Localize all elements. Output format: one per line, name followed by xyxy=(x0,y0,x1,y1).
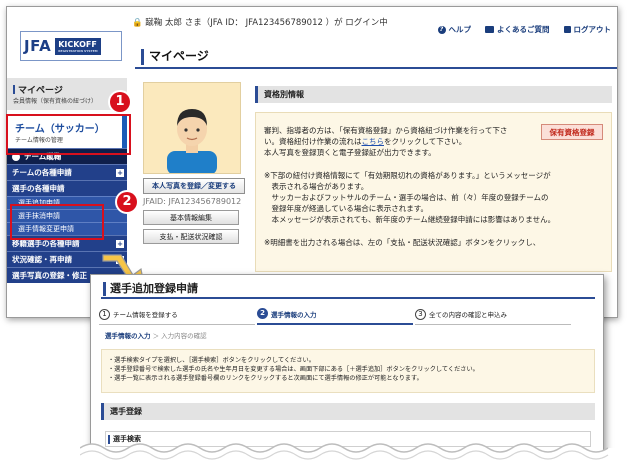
qual-line3: 本人写真を登録頂くと電子登録証が出力できます。 xyxy=(264,148,436,157)
qualification-register-button[interactable]: 保有資格登録 xyxy=(541,124,603,140)
breadcrumb: 選手情報の入力 ＞ 入力内容の確認 xyxy=(105,332,207,340)
instruction-line: ・選手検索タイプを選択し、［選手検索］ボタンをクリックしてください。 xyxy=(108,357,315,364)
step-3: 3 全ての内容の確認と申込み xyxy=(415,307,571,325)
qual-note6: ※明細書を出力される場合は、左の「支払・配送状況確認」ボタンをクリックし、 xyxy=(264,238,541,247)
step-2: 2 選手情報の入力 xyxy=(257,307,413,325)
step-label: チーム情報を登録する xyxy=(113,311,178,319)
jfa-kickoff-logo[interactable]: JFA KICKOFF REGISTRATION SYSTEM xyxy=(20,31,122,61)
expand-icon[interactable]: + xyxy=(116,169,124,177)
qualification-heading: 資格別情報 xyxy=(255,86,612,103)
flow-link[interactable]: こちら xyxy=(362,137,385,146)
basic-info-edit-button[interactable]: 基本情報編集 xyxy=(143,210,239,225)
photo-register-button[interactable]: 本人写真を登録／変更する xyxy=(143,178,245,194)
payment-status-button[interactable]: 支払・配送状況確認 xyxy=(143,229,239,244)
qual-note1: ※下部の紐付け資格情報にて「有効期限切れの資格があります。」というメッセージが xyxy=(264,171,551,180)
step-num: 3 xyxy=(415,308,426,320)
lock-icon xyxy=(563,26,571,33)
qualification-info: 保有資格登録 審判、指導者の方は、「保有資格登録」から資格紐づけ作業を行って下さ… xyxy=(255,112,612,272)
instruction-line: ・選手登録番号で検索した選手の氏名や生年月日を変更する場合は、画面下部にある［＋… xyxy=(108,366,479,373)
jfa-id: JFAID: JFA123456789012 xyxy=(143,197,242,206)
player-registration-heading: 選手登録 xyxy=(101,403,595,420)
step-badge-2: 2 xyxy=(117,192,137,212)
step-badge-1: 1 xyxy=(110,92,130,112)
sidebar-mypage[interactable]: マイページ 会員情報（保有資格の紐づけ） xyxy=(7,78,127,110)
question-icon: ? xyxy=(437,25,446,34)
expand-icon[interactable]: + xyxy=(116,240,124,248)
sidebar-item-team-applications[interactable]: チームの各種申請 + xyxy=(7,164,127,180)
qual-note4: 登録年度が経過している場合に表示されます。 xyxy=(264,204,429,213)
logout-link[interactable]: ログアウト xyxy=(563,24,611,35)
step-indicator: 1 チーム情報を登録する 2 選手情報の入力 3 全ての内容の確認と申込み xyxy=(99,307,599,325)
step-label: 全ての内容の確認と申込み xyxy=(429,311,507,319)
sidebar-mypage-sub: 会員情報（保有資格の紐づけ） xyxy=(13,98,98,105)
sidebar-mypage-title: マイページ xyxy=(13,83,121,96)
instructions: ・選手検索タイプを選択し、［選手検索］ボタンをクリックしてください。 ・選手登録… xyxy=(101,349,595,393)
help-link[interactable]: ? ヘルプ xyxy=(437,24,471,35)
qual-note2: 表示される場合があります。 xyxy=(264,182,369,191)
player-add-title: 選手追加登録申請 xyxy=(101,279,595,299)
sidebar-item-player-applications[interactable]: 選手の各種申請 xyxy=(7,180,127,196)
login-status: 🔒 蹴鞠 太郎 さま（JFA ID： JFA123456789012 ）が ログ… xyxy=(132,18,388,28)
step-1: 1 チーム情報を登録する xyxy=(99,307,255,325)
step-num: 1 xyxy=(99,308,110,320)
highlight-player-submenu xyxy=(10,204,104,240)
qual-note3: サッカーおよびフットサルのチーム・選手の場合は、前（々）年度の登録チームの xyxy=(264,193,549,202)
qual-note5: 本メッセージが表示されても、新年度のチーム継続登録申請には影響はありません。 xyxy=(264,215,556,224)
header-links: ? ヘルプ よくあるご質問 ログアウト xyxy=(437,24,611,35)
step-label: 選手情報の入力 xyxy=(271,310,317,319)
torn-edge xyxy=(80,443,620,473)
logo-jfa-text: JFA xyxy=(24,37,52,55)
profile-column: 本人写真を登録／変更する JFAID: JFA123456789012 基本情報… xyxy=(143,82,245,244)
instruction-line: ・選手一覧に表示される選手登録番号欄のリンクをクリックすると次画面にて選手情報の… xyxy=(108,375,423,382)
page-title: マイページ xyxy=(135,43,617,69)
faq-icon xyxy=(485,26,494,33)
player-add-window: 選手追加登録申請 1 チーム情報を登録する 2 選手情報の入力 3 全ての内容の確認と… xyxy=(90,274,604,460)
highlight-team xyxy=(6,114,131,155)
faq-link[interactable]: よくあるご質問 xyxy=(485,24,550,35)
avatar-icon xyxy=(167,109,217,173)
logo-kickoff-text: KICKOFF REGISTRATION SYSTEM xyxy=(55,37,101,55)
profile-photo xyxy=(143,82,241,174)
step-num: 2 xyxy=(257,308,268,319)
